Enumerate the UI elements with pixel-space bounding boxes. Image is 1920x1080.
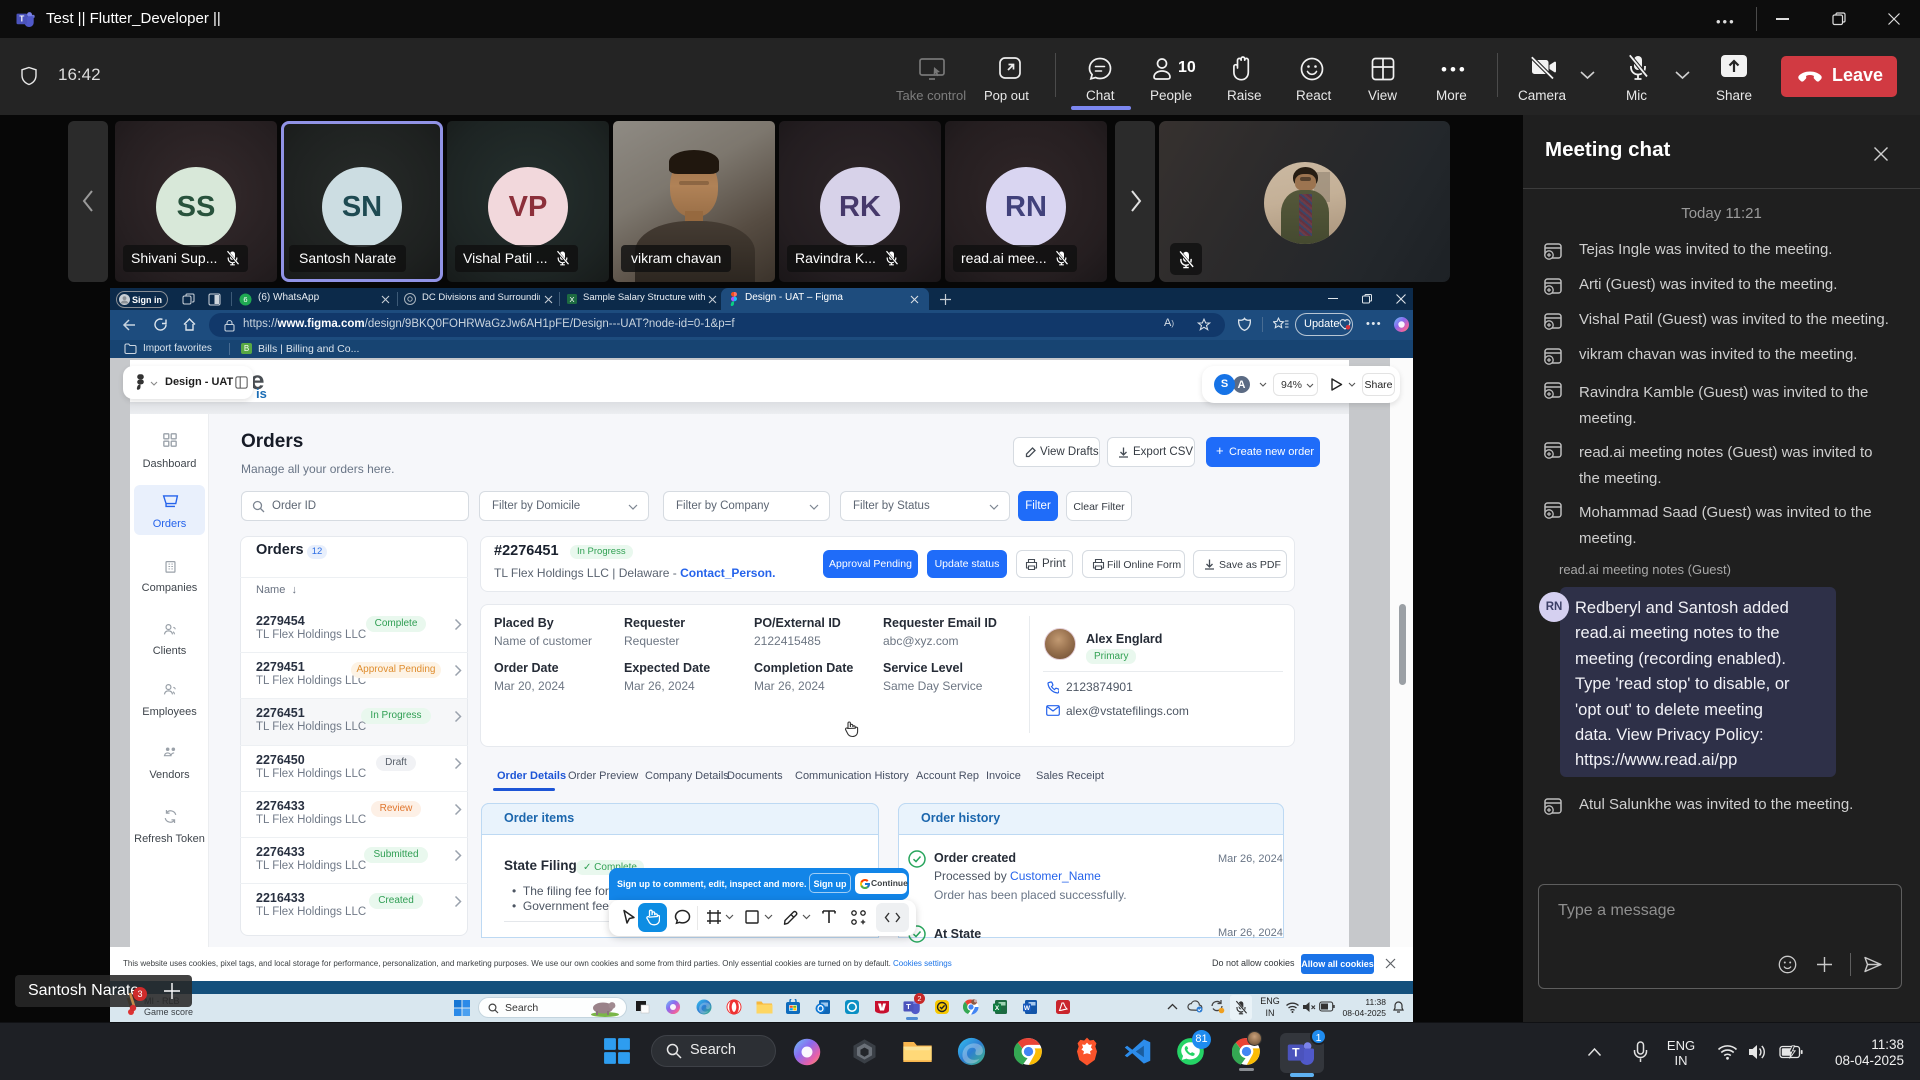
svg-text:T: T bbox=[1292, 1046, 1300, 1060]
svg-text:W: W bbox=[1024, 1005, 1031, 1012]
svg-text:X: X bbox=[569, 295, 574, 304]
svg-text:6: 6 bbox=[243, 295, 247, 304]
svg-text:T: T bbox=[19, 15, 24, 24]
svg-text:X: X bbox=[995, 1005, 1000, 1012]
svg-text:T: T bbox=[906, 1002, 911, 1011]
